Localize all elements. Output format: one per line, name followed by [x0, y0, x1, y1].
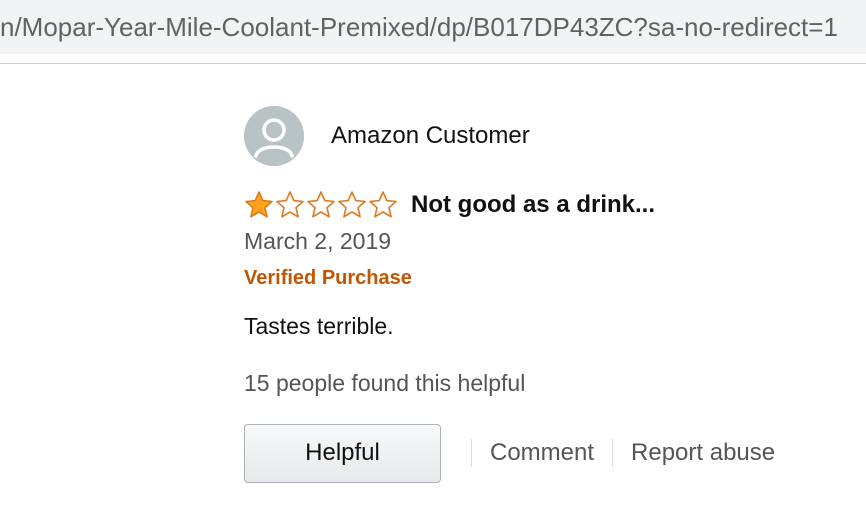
review-title[interactable]: Not good as a drink...	[411, 191, 655, 219]
star-empty-icon	[369, 191, 397, 218]
review-body: Tastes terrible.	[244, 313, 394, 339]
toolbar-divider	[0, 63, 866, 64]
star-empty-icon	[307, 191, 335, 218]
star-empty-icon	[338, 191, 366, 218]
comment-link[interactable]: Comment	[472, 439, 612, 467]
star-empty-icon	[276, 191, 304, 218]
user-silhouette-icon	[244, 106, 304, 166]
star-rating[interactable]	[244, 190, 399, 220]
url-text[interactable]: n/Mopar-Year-Mile-Coolant-Premixed/dp/B0…	[0, 8, 838, 46]
reviewer-name[interactable]: Amazon Customer	[331, 122, 530, 150]
avatar[interactable]	[244, 106, 304, 166]
verified-purchase-badge[interactable]: Verified Purchase	[244, 265, 844, 291]
address-bar[interactable]: n/Mopar-Year-Mile-Coolant-Premixed/dp/B0…	[0, 0, 866, 54]
rating-row: Not good as a drink...	[244, 188, 844, 222]
star-filled-icon	[245, 191, 273, 218]
review-actions: Helpful Comment Report abuse	[244, 422, 844, 484]
helpful-button[interactable]: Helpful	[244, 423, 441, 483]
customer-review: Amazon Customer Not good as a drink... M…	[244, 104, 844, 484]
report-abuse-link[interactable]: Report abuse	[613, 439, 793, 467]
review-date: March 2, 2019	[244, 228, 392, 254]
reviewer-profile[interactable]: Amazon Customer	[244, 104, 844, 168]
helpful-count: 15 people found this helpful	[244, 370, 526, 396]
